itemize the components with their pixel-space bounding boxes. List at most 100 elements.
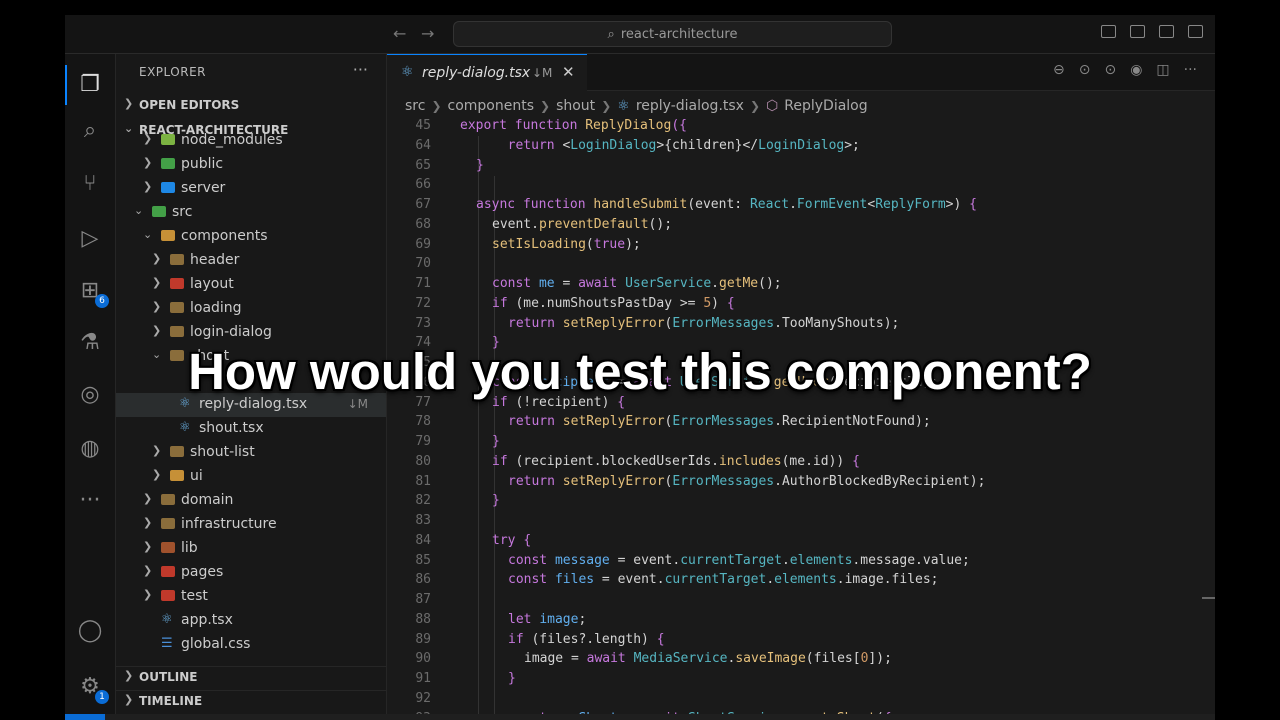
command-center-label: react-architecture [620, 26, 738, 42]
tree-item-label: node_modules [181, 132, 283, 148]
tree-item[interactable]: ❯ node_modules [116, 129, 386, 153]
toggle-panel-icon[interactable] [1130, 25, 1145, 38]
more-actions-icon[interactable]: ··· [1184, 62, 1197, 78]
code-line: 80 if (recipient.blockedUserIds.includes(… [387, 452, 1215, 472]
back-arrow-icon[interactable]: ← [393, 24, 406, 43]
chevron-right-icon: ❯ [152, 300, 162, 313]
code-line: 88 let image; [387, 610, 1215, 630]
more-views-icon[interactable]: ··· [75, 486, 105, 516]
folder-icon [170, 326, 184, 337]
breadcrumb-src[interactable]: src [405, 98, 425, 114]
tree-item-label: lib [181, 540, 198, 556]
folder-icon [152, 206, 166, 217]
folder-icon [170, 254, 184, 265]
tree-item-label: login-dialog [190, 324, 272, 340]
tree-item[interactable]: ❯ header [116, 249, 386, 273]
code-line: 90 image = await MediaService.saveImage(f… [387, 649, 1215, 669]
folder-icon [161, 182, 175, 193]
toggle-secondary-sidebar-icon[interactable] [1159, 25, 1174, 38]
command-center[interactable]: ⌕ react-architecture [453, 21, 892, 47]
toggle-primary-sidebar-icon[interactable] [1101, 25, 1116, 38]
tree-item[interactable]: ❯ server [116, 177, 386, 201]
line-number: 83 [415, 513, 431, 528]
tree-item[interactable]: ⌄ components [116, 225, 386, 249]
tree-item[interactable]: ☰ global.css [116, 633, 386, 657]
code-line: 67 async function handleSubmit(event: Rea… [387, 195, 1215, 215]
folder-icon [170, 302, 184, 313]
code-text: setIsLoading(true); [492, 236, 641, 252]
timeline-section[interactable]: ❯ TIMELINE [116, 690, 386, 713]
breadcrumb-symbol[interactable]: ReplyDialog [784, 98, 867, 114]
chevron-right-icon: ❯ [143, 564, 153, 577]
extensions-icon[interactable]: ⊞ 6 [75, 276, 109, 308]
tree-item[interactable]: ⚛ app.tsx [116, 609, 386, 633]
customize-layout-icon[interactable] [1188, 25, 1203, 38]
breadcrumb-components[interactable]: components [448, 98, 535, 114]
code-text: const files = event.currentTarget.elemen… [508, 572, 939, 588]
code-text: } [492, 493, 500, 509]
tree-item[interactable]: ❯ domain [116, 489, 386, 513]
tree-item[interactable]: ❯ test [116, 585, 386, 609]
code-line: 92 [387, 689, 1215, 709]
tree-item[interactable]: ❯ lib [116, 537, 386, 561]
video-caption: How would you test this component? [188, 343, 1092, 400]
line-number: 45 [415, 118, 431, 133]
line-number: 64 [415, 137, 431, 153]
tree-item-label: global.css [181, 636, 251, 652]
chevron-right-icon: ❯ [749, 99, 761, 113]
scrollbar-marker[interactable] [1202, 597, 1215, 599]
close-icon[interactable]: ✕ [562, 63, 575, 81]
tree-item[interactable]: ⌄ src [116, 201, 386, 225]
line-number: 78 [415, 414, 431, 430]
settings-gear-icon[interactable]: ⚙ 1 [75, 672, 109, 704]
tab-reply-dialog[interactable]: ⚛ reply-dialog.tsx ↓M ✕ [387, 54, 587, 91]
outline-section[interactable]: ❯ OUTLINE [116, 666, 386, 689]
explorer-icon[interactable]: ❐ [75, 70, 105, 100]
forward-arrow-icon[interactable]: → [421, 24, 434, 43]
tree-item[interactable]: ❯ loading [116, 297, 386, 321]
tree-item[interactable]: ❯ infrastructure [116, 513, 386, 537]
tree-item[interactable]: ❯ shout-list [116, 441, 386, 465]
source-control-icon[interactable]: ⑂ [75, 169, 105, 199]
line-number: 68 [415, 216, 431, 232]
line-number: 87 [415, 592, 431, 607]
line-number: 80 [415, 453, 431, 469]
tab-git-badge: ↓M [532, 66, 553, 80]
chevron-right-icon: ❯ [143, 180, 153, 193]
next-change-icon[interactable]: ⊙ [1104, 62, 1116, 78]
run-debug-icon[interactable]: ▷ [75, 224, 105, 254]
breadcrumb-shout[interactable]: shout [556, 98, 595, 114]
git-lens-icon[interactable]: ◉ [1130, 62, 1142, 78]
code-line: 83 [387, 511, 1215, 531]
code-line: 86 const files = event.currentTarget.elem… [387, 570, 1215, 590]
more-actions-icon[interactable]: ··· [353, 60, 368, 79]
breadcrumb: src ❯ components ❯ shout ❯ ⚛ reply-dialo… [405, 96, 868, 116]
previous-change-icon[interactable]: ⊙ [1079, 62, 1091, 78]
tree-item[interactable]: ❯ pages [116, 561, 386, 585]
line-number: 79 [415, 434, 431, 449]
split-editor-icon[interactable]: ◫ [1156, 62, 1169, 78]
folder-icon [161, 158, 175, 169]
tree-item[interactable]: ❯ public [116, 153, 386, 177]
chevron-right-icon: ❯ [124, 97, 134, 110]
symbol-icon: ⬡ [766, 98, 779, 114]
open-editors-section[interactable]: ❯ OPEN EDITORS [116, 95, 386, 117]
remote-indicator[interactable] [65, 714, 105, 720]
tree-item-label: server [181, 180, 226, 196]
search-icon[interactable]: ⌕ [75, 116, 105, 146]
folder-icon [170, 470, 184, 481]
code-editor[interactable]: 45 export function ReplyDialog({64 return… [387, 116, 1215, 720]
tree-item[interactable]: ❯ ui [116, 465, 386, 489]
breadcrumb-file[interactable]: reply-dialog.tsx [636, 98, 744, 114]
code-line: 81 return setReplyError(ErrorMessages.Aut… [387, 472, 1215, 492]
folder-icon [170, 278, 184, 289]
code-text: async function handleSubmit(event: React… [476, 197, 977, 212]
accounts-icon[interactable]: ◯ [75, 616, 105, 646]
open-changes-icon[interactable]: ⊖ [1053, 62, 1065, 78]
pull-requests-icon[interactable]: ◍ [75, 434, 105, 464]
code-line: 84 try { [387, 531, 1215, 551]
tree-item[interactable]: ⚛ shout.tsx [116, 417, 386, 441]
explorer-title: EXPLORER [139, 65, 206, 79]
react-file-icon: ⚛ [401, 64, 414, 80]
tree-item[interactable]: ❯ layout [116, 273, 386, 297]
